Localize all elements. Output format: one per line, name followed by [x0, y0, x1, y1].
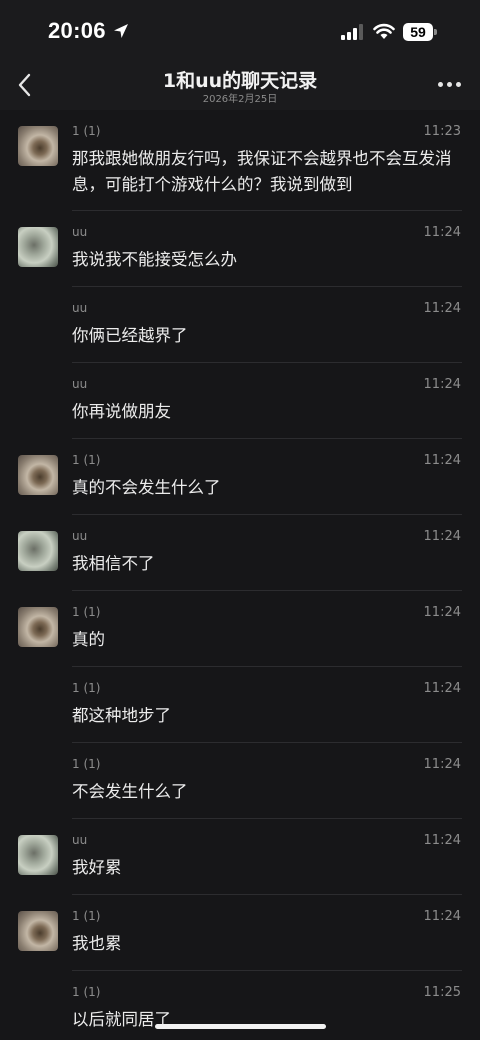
battery-indicator: 59 — [403, 23, 437, 41]
avatar[interactable] — [18, 531, 58, 571]
message-text: 我说我不能接受怎么办 — [72, 250, 237, 269]
avatar[interactable] — [18, 835, 58, 875]
cellular-signal-icon — [341, 24, 363, 40]
message-sender: 1 (1) — [72, 605, 101, 619]
avatar[interactable] — [18, 455, 58, 495]
message-item: 1 (1) 11:24 我也累 — [0, 895, 480, 971]
message-text: 你俩已经越界了 — [72, 326, 188, 345]
message-sender: 1 (1) — [72, 453, 101, 467]
avatar[interactable] — [18, 227, 58, 267]
message-item: uu 11:24 我说我不能接受怎么办 — [0, 211, 480, 287]
message-sender: 1 (1) — [72, 124, 101, 138]
message-item: 1 (1) 11:25 以后就同居了 — [0, 971, 480, 1040]
message-item: 1 (1) 11:24 真的 — [0, 591, 480, 667]
back-chevron-icon[interactable] — [12, 70, 38, 100]
avatar[interactable] — [18, 911, 58, 951]
chat-title: 1和uu的聊天记录 — [162, 70, 318, 92]
message-item: uu 11:24 我好累 — [0, 819, 480, 895]
message-text: 我也累 — [72, 934, 122, 953]
avatar[interactable] — [18, 126, 58, 166]
message-sender: uu — [72, 301, 88, 315]
navigation-bar: 1和uu的聊天记录 2026年2月25日 — [0, 60, 480, 110]
location-arrow-icon — [114, 24, 128, 38]
message-sender: uu — [72, 833, 88, 847]
message-text: 以后就同居了 — [72, 1010, 171, 1029]
message-time: 11:24 — [423, 681, 461, 696]
message-item: 1 (1) 11:23 那我跟她做朋友行吗，我保证不会越界也不会互发消息，可能打… — [0, 110, 480, 211]
message-text: 真的 — [72, 630, 105, 649]
status-time: 20:06 — [48, 18, 106, 43]
message-time: 11:25 — [423, 985, 461, 1000]
chat-date: 2026年2月25日 — [202, 94, 278, 105]
message-sender: uu — [72, 529, 88, 543]
message-time: 11:24 — [423, 909, 461, 924]
message-text: 真的不会发生什么了 — [72, 478, 221, 497]
message-time: 11:24 — [423, 377, 461, 392]
message-sender: uu — [72, 225, 88, 239]
message-time: 11:24 — [423, 605, 461, 620]
message-text: 我相信不了 — [72, 554, 155, 573]
message-time: 11:24 — [423, 225, 461, 240]
message-text: 你再说做朋友 — [72, 402, 171, 421]
message-text: 那我跟她做朋友行吗，我保证不会越界也不会互发消息，可能打个游戏什么的？我说到做到 — [72, 149, 452, 194]
message-time: 11:24 — [423, 529, 461, 544]
more-options-icon[interactable] — [436, 72, 464, 96]
message-time: 11:24 — [423, 453, 461, 468]
avatar[interactable] — [18, 607, 58, 647]
message-item: uu 11:24 你再说做朋友 — [0, 363, 480, 439]
message-list[interactable]: 1 (1) 11:23 那我跟她做朋友行吗，我保证不会越界也不会互发消息，可能打… — [0, 110, 480, 1040]
message-text: 不会发生什么了 — [72, 782, 188, 801]
home-indicator[interactable] — [155, 1024, 326, 1029]
message-time: 11:24 — [423, 301, 461, 316]
message-item: uu 11:24 我相信不了 — [0, 515, 480, 591]
message-text: 都这种地步了 — [72, 706, 171, 725]
message-sender: uu — [72, 377, 88, 391]
message-item: uu 11:24 你俩已经越界了 — [0, 287, 480, 363]
message-time: 11:24 — [423, 833, 461, 848]
battery-level: 59 — [410, 24, 426, 40]
message-item: 1 (1) 11:24 不会发生什么了 — [0, 743, 480, 819]
status-bar: 20:06 59 — [0, 0, 480, 60]
message-sender: 1 (1) — [72, 909, 101, 923]
wifi-icon — [373, 23, 395, 39]
message-item: 1 (1) 11:24 真的不会发生什么了 — [0, 439, 480, 515]
message-item: 1 (1) 11:24 都这种地步了 — [0, 667, 480, 743]
message-sender: 1 (1) — [72, 985, 101, 999]
message-text: 我好累 — [72, 858, 122, 877]
message-time: 11:23 — [423, 124, 461, 139]
message-sender: 1 (1) — [72, 681, 101, 695]
message-time: 11:24 — [423, 757, 461, 772]
message-sender: 1 (1) — [72, 757, 101, 771]
